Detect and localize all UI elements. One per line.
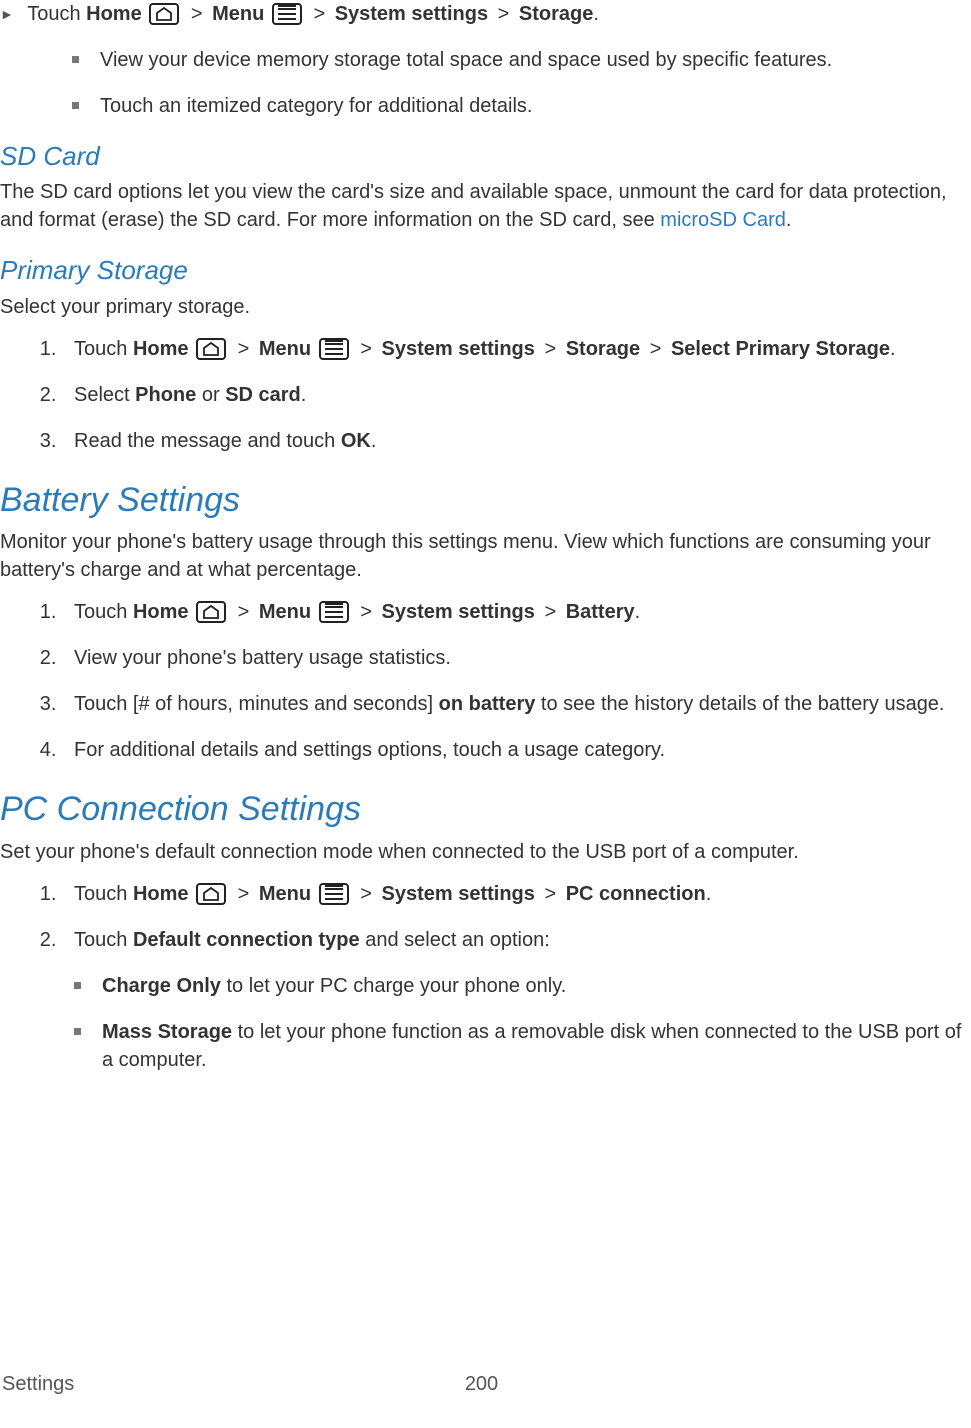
footer: Settings 200 — [0, 1370, 963, 1428]
heading-battery-settings: Battery Settings — [0, 477, 963, 525]
list-item: For additional details and settings opti… — [62, 736, 963, 764]
paragraph: Select your primary storage. — [0, 293, 963, 321]
text: . — [786, 209, 792, 231]
separator: > — [498, 3, 510, 25]
text: Touch — [74, 883, 133, 905]
text: . — [890, 338, 896, 360]
label-menu: Menu — [212, 3, 264, 25]
text: Touch — [74, 338, 133, 360]
label-battery: Battery — [566, 601, 635, 623]
separator: > — [544, 338, 556, 360]
list-item: Touch an itemized category for additiona… — [100, 92, 963, 120]
separator: > — [360, 883, 372, 905]
text: Touch [# of hours, minutes and seconds] — [74, 693, 439, 715]
label-ok: OK — [341, 430, 371, 452]
list-item: Charge Only to let your PC charge your p… — [102, 972, 963, 1000]
text: Read the message and touch — [74, 430, 341, 452]
separator: > — [360, 601, 372, 623]
label-sd-card: SD card — [225, 384, 301, 406]
label-default-connection-type: Default connection type — [133, 929, 360, 951]
label-phone: Phone — [135, 384, 196, 406]
text: The SD card options let you view the car… — [0, 181, 947, 231]
home-icon — [196, 601, 226, 623]
list-item: View your phone's battery usage statisti… — [62, 644, 963, 672]
separator: > — [238, 338, 250, 360]
label-home: Home — [133, 338, 189, 360]
separator: > — [313, 3, 325, 25]
separator: > — [238, 883, 250, 905]
paragraph: Set your phone's default connection mode… — [0, 838, 963, 866]
label-on-battery: on battery — [439, 693, 536, 715]
separator: > — [544, 883, 556, 905]
text: . — [635, 601, 641, 623]
text: and select an option: — [360, 929, 550, 951]
ordered-list: Touch Home > Menu > System settings > Ba… — [0, 598, 963, 764]
list-item: Touch Default connection type and select… — [62, 926, 963, 954]
separator: > — [191, 3, 203, 25]
instruction-list: Touch Home > Menu > System settings > St… — [0, 0, 963, 28]
sub-bullets: Charge Only to let your PC charge your p… — [0, 972, 963, 1074]
text: or — [196, 384, 225, 406]
label-menu: Menu — [259, 601, 311, 623]
label-home: Home — [86, 3, 142, 25]
label-menu: Menu — [259, 338, 311, 360]
label-storage: Storage — [566, 338, 640, 360]
text: to see the history details of the batter… — [535, 693, 944, 715]
text: . — [706, 883, 712, 905]
label-home: Home — [133, 601, 189, 623]
list-item: Touch Home > Menu > System settings > PC… — [62, 880, 963, 908]
list-item: Touch Home > Menu > System settings > Ba… — [62, 598, 963, 626]
separator: > — [238, 601, 250, 623]
home-icon — [196, 883, 226, 905]
list-item: Select Phone or SD card. — [62, 381, 963, 409]
footer-section: Settings — [0, 1370, 74, 1398]
sub-bullets: View your device memory storage total sp… — [0, 46, 963, 120]
home-icon — [196, 338, 226, 360]
footer-page-number: 200 — [465, 1370, 498, 1398]
label-system-settings: System settings — [335, 3, 488, 25]
label-select-primary-storage: Select Primary Storage — [671, 338, 890, 360]
menu-icon — [319, 883, 349, 905]
label-system-settings: System settings — [381, 883, 534, 905]
separator: > — [650, 338, 662, 360]
list-item: Mass Storage to let your phone function … — [102, 1018, 963, 1074]
list-item: Touch [# of hours, minutes and seconds] … — [62, 690, 963, 718]
label-system-settings: System settings — [381, 601, 534, 623]
label-charge-only: Charge Only — [102, 975, 221, 997]
paragraph: Monitor your phone's battery usage throu… — [0, 528, 963, 584]
ordered-list: Touch Home > Menu > System settings > St… — [0, 335, 963, 455]
heading-pc-connection-settings: PC Connection Settings — [0, 786, 963, 834]
home-icon — [149, 3, 179, 25]
paragraph: The SD card options let you view the car… — [0, 178, 963, 234]
list-item: View your device memory storage total sp… — [100, 46, 963, 74]
menu-icon — [272, 3, 302, 25]
text: to let your PC charge your phone only. — [221, 975, 566, 997]
ordered-list: Touch Home > Menu > System settings > PC… — [0, 880, 963, 954]
label-mass-storage: Mass Storage — [102, 1021, 232, 1043]
text: . — [371, 430, 377, 452]
heading-primary-storage: Primary Storage — [0, 252, 963, 288]
label-menu: Menu — [259, 883, 311, 905]
menu-icon — [319, 338, 349, 360]
text: Touch — [74, 929, 133, 951]
heading-sd-card: SD Card — [0, 138, 963, 174]
label-system-settings: System settings — [381, 338, 534, 360]
instruction-step: Touch Home > Menu > System settings > St… — [22, 0, 963, 28]
link-microsd-card[interactable]: microSD Card — [660, 209, 786, 231]
label-storage: Storage — [519, 3, 593, 25]
label-pc-connection: PC connection — [566, 883, 706, 905]
text: Select — [74, 384, 135, 406]
text: Touch — [74, 601, 133, 623]
list-item: Touch Home > Menu > System settings > St… — [62, 335, 963, 363]
text: Touch — [27, 3, 86, 25]
label-home: Home — [133, 883, 189, 905]
separator: > — [544, 601, 556, 623]
text: . — [301, 384, 307, 406]
menu-icon — [319, 601, 349, 623]
separator: > — [360, 338, 372, 360]
list-item: Read the message and touch OK. — [62, 427, 963, 455]
